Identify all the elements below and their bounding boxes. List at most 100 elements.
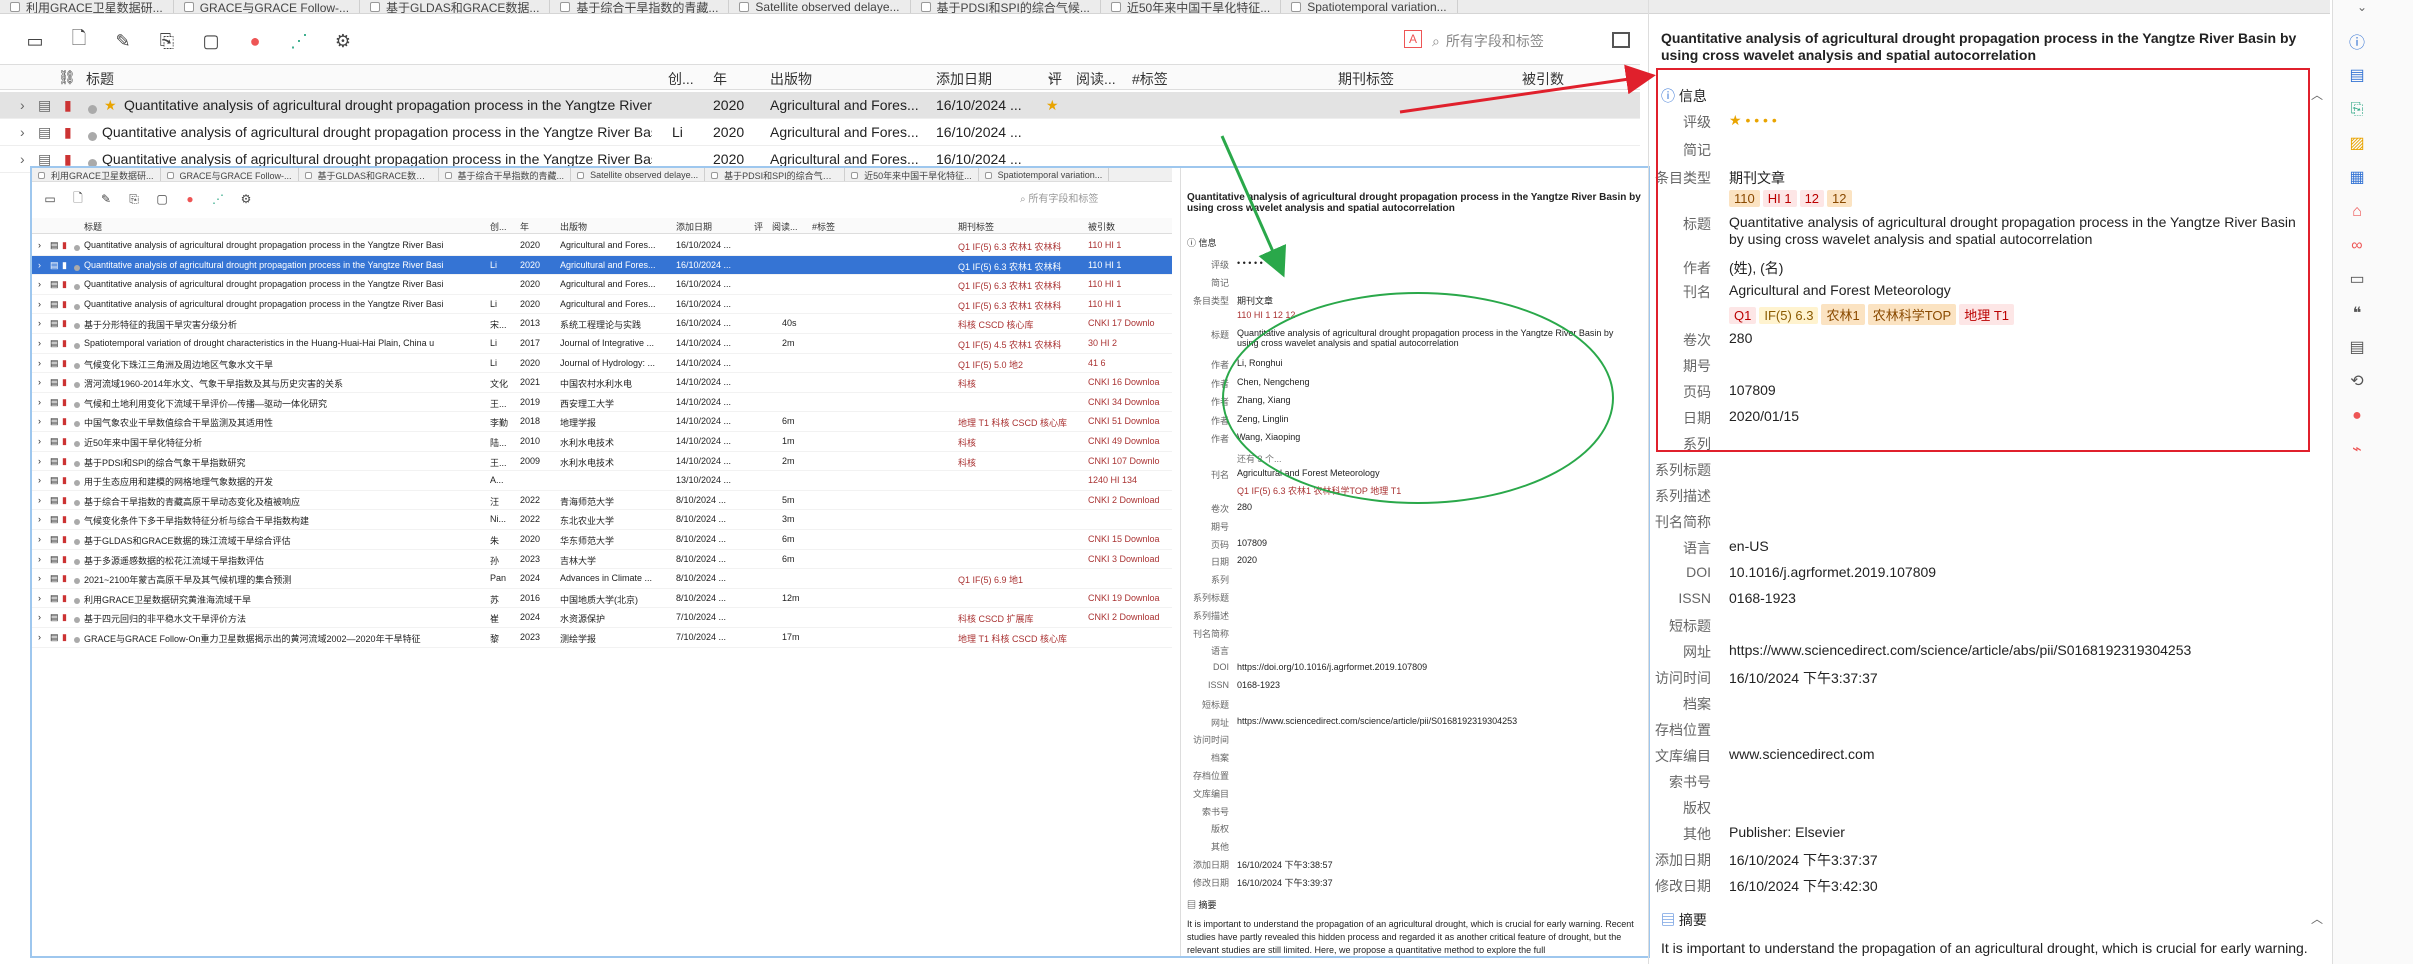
inner-table-row[interactable]: › ▤ ▮ 基于GLDAS和GRACE数据的珠江流域干旱综合评估 朱 2020 … [32,530,1172,550]
inner-col-tags[interactable]: #标签 [812,220,835,233]
inner-field-date-value[interactable]: 2020 [1237,555,1257,565]
expand-chevron-icon[interactable]: › [20,124,25,140]
inner-tab-4[interactable]: Satellite observed delaye... [571,168,706,181]
abstract-section-header[interactable]: ▤ 摘要 [1661,910,1707,930]
collapse-chevron-icon[interactable]: ︿ [2311,86,2323,103]
inner-expand-icon[interactable]: › [38,534,41,544]
inner-field-pages-value[interactable]: 107809 [1237,538,1267,548]
plugin-nav-icon[interactable]: ● [2347,406,2367,426]
inner-expand-icon[interactable]: › [38,260,41,270]
tab-4[interactable]: Satellite observed delaye... [729,0,911,13]
reader-nav-icon[interactable]: ▭ [2347,270,2367,290]
inner-pdf-icon[interactable]: ▮ [62,260,67,271]
field-modified-value[interactable]: 16/10/2024 下午3:42:30 [1729,876,2309,896]
history-nav-icon[interactable]: ⟲ [2347,372,2367,392]
inner-pdf-icon[interactable]: ▮ [62,338,67,349]
col-creator[interactable]: 创... [668,69,694,89]
inner-pdf-icon[interactable]: ▮ [62,456,67,467]
col-cited[interactable]: 被引数 [1522,69,1564,89]
tab-7[interactable]: Spatiotemporal variation... [1281,0,1458,13]
inner-expand-icon[interactable]: › [38,632,41,642]
abstract-collapse-icon[interactable]: ︿ [2311,910,2323,927]
col-year[interactable]: 年 [713,69,727,89]
pdf-nav-icon[interactable]: ⌁ [2347,440,2367,460]
inner-col-cited[interactable]: 被引数 [1088,220,1115,233]
inner-expand-icon[interactable]: › [38,495,41,505]
inner-col-date[interactable]: 添加日期 [676,220,712,233]
inner-table-row[interactable]: › ▤ ▮ 基于四元回归的非平稳水文干旱评价方法 崔 2024 水资源保护 7/… [32,608,1172,628]
inner-expand-icon[interactable]: › [38,612,41,622]
notes-nav-icon[interactable]: ▨ [2347,134,2367,154]
attachments-nav-icon[interactable]: ⎘ [2347,100,2367,120]
table-row[interactable]: › ▤ ▮ Quantitative analysis of agricultu… [0,119,1640,146]
inner-pdf-icon[interactable]: ▮ [62,318,67,329]
inner-info-section[interactable]: ⓘ 信息 [1187,236,1217,249]
inner-pdf-icon[interactable]: ▮ [62,377,67,388]
inner-expand-icon[interactable]: › [38,397,41,407]
inner-pdf-icon[interactable]: ▮ [62,475,67,486]
inner-table-row[interactable]: › ▤ ▮ 气候变化条件下多干旱指数特征分析与综合干旱指数构建 Ni... 20… [32,510,1172,530]
col-rating-label[interactable]: 评 [1048,69,1062,89]
inner-table-row[interactable]: › ▤ ▮ 气候和土地利用变化下流域干旱评价—传播—驱动一体化研究 王... 2… [32,393,1172,413]
inner-expand-icon[interactable]: › [38,318,41,328]
item-rating[interactable]: ★ [1046,97,1059,114]
tab-1[interactable]: GRACE与GRACE Follow-... [174,0,361,13]
search-box[interactable]: ⌕ 所有字段和标签 [1432,28,1602,54]
related-nav-icon[interactable]: ∞ [2347,236,2367,256]
plugin-red-icon[interactable]: ● [242,28,268,54]
tab-6[interactable]: 近50年来中国干旱化特征... [1101,0,1282,13]
tab-2[interactable]: 基于GLDAS和GRACE数据... [360,0,551,13]
inner-table-row[interactable]: › ▤ ▮ GRACE与GRACE Follow-On重力卫星数据揭示出的黄河流… [32,628,1172,648]
inner-table-row[interactable]: › ▤ ▮ 气候变化下珠江三角洲及周边地区气象水文干旱 Li 2020 Jour… [32,354,1172,374]
field-doi-value[interactable]: 10.1016/j.agrformet.2019.107809 [1729,564,2309,580]
inner-table-row[interactable]: › ▤ ▮ Quantitative analysis of agricultu… [32,295,1172,315]
col-date-added[interactable]: 添加日期 [936,69,992,89]
inner-pdf-icon[interactable]: ▮ [62,632,67,643]
field-lang-value[interactable]: en-US [1729,538,2309,554]
inner-tab-1[interactable]: GRACE与GRACE Follow-... [161,168,299,181]
inner-expand-icon[interactable]: › [38,377,41,387]
inner-table-row[interactable]: › ▤ ▮ 基于综合干旱指数的青藏高原干旱动态变化及植被响应 汪 2022 青海… [32,491,1172,511]
inner-expand-icon[interactable]: › [38,554,41,564]
inner-tab-3[interactable]: 基于综合干旱指数的青藏... [439,168,572,181]
inner-col-reading[interactable]: 阅读... [772,220,798,233]
inner-pdf-icon[interactable]: ▮ [62,612,67,623]
attachment-add-icon[interactable]: ⎘ [154,28,180,54]
inner-tab-2[interactable]: 基于GLDAS和GRACE数据... [299,168,439,181]
inner-col-title[interactable]: 标题 [84,220,102,233]
field-added-value[interactable]: 16/10/2024 下午3:37:37 [1729,850,2309,870]
inner-search-input[interactable]: 所有字段和标签 [1028,194,1098,205]
inner-plugin-red-icon[interactable]: ● [182,191,198,207]
col-publication[interactable]: 出版物 [770,69,812,89]
inner-pdf-icon[interactable]: ▮ [62,554,67,565]
plugin-share-icon[interactable]: ⋰ [286,28,312,54]
doc-nav-icon[interactable]: ▤ [2347,338,2367,358]
inner-pdf-icon[interactable]: ▮ [62,593,67,604]
inner-table-row[interactable]: › ▤ ▮ 中国气象农业干旱数值综合干旱监测及其适用性 李勤 2018 地理学报… [32,412,1172,432]
inner-tab-5[interactable]: 基于PDSI和SPI的综合气候... [705,168,846,181]
inner-type-value[interactable]: 期刊文章 [1237,294,1273,307]
inner-expand-icon[interactable]: › [38,358,41,368]
inner-abstract-section[interactable]: ▤ 摘要 [1187,898,1217,911]
inner-tab-6[interactable]: 近50年来中国干旱化特征... [845,168,979,181]
inner-pdf-icon[interactable]: ▮ [62,397,67,408]
libraries-nav-icon[interactable]: ▦ [2347,168,2367,188]
inner-rating-value[interactable]: • • • • • [1237,258,1263,268]
inner-col-rating[interactable]: 评 [754,220,763,233]
inner-field-vol-value[interactable]: 280 [1237,502,1252,512]
inner-table-row[interactable]: › ▤ ▮ 近50年来中国干旱化特征分析 陆... 2010 水利水电技术 14… [32,432,1172,452]
inner-table-row[interactable]: › ▤ ▮ 渭河流域1960-2014年水文、气象干旱指数及其与历史灾害的关系 … [32,373,1172,393]
inner-pdf-icon[interactable]: ▮ [62,299,67,310]
inner-pdf-icon[interactable]: ▮ [62,534,67,545]
note-add-icon[interactable]: ▢ [198,28,224,54]
openai-icon[interactable]: ⚙ [330,28,356,54]
inner-expand-icon[interactable]: › [38,475,41,485]
inner-pdf-icon[interactable]: ▮ [62,514,67,525]
tab-overflow-chevron-icon[interactable]: ⌄ [2357,0,2367,14]
inner-table-row[interactable]: › ▤ ▮ Quantitative analysis of agricultu… [32,275,1172,295]
col-title[interactable]: 标题 [86,69,114,89]
inner-expand-icon[interactable]: › [38,416,41,426]
inner-table-row[interactable]: › ▤ ▮ 基于多源遥感数据的松花江流域干旱指数评估 孙 2023 吉林大学 8… [32,550,1172,570]
inner-expand-icon[interactable]: › [38,299,41,309]
inner-pdf-icon[interactable]: ▮ [62,495,67,506]
